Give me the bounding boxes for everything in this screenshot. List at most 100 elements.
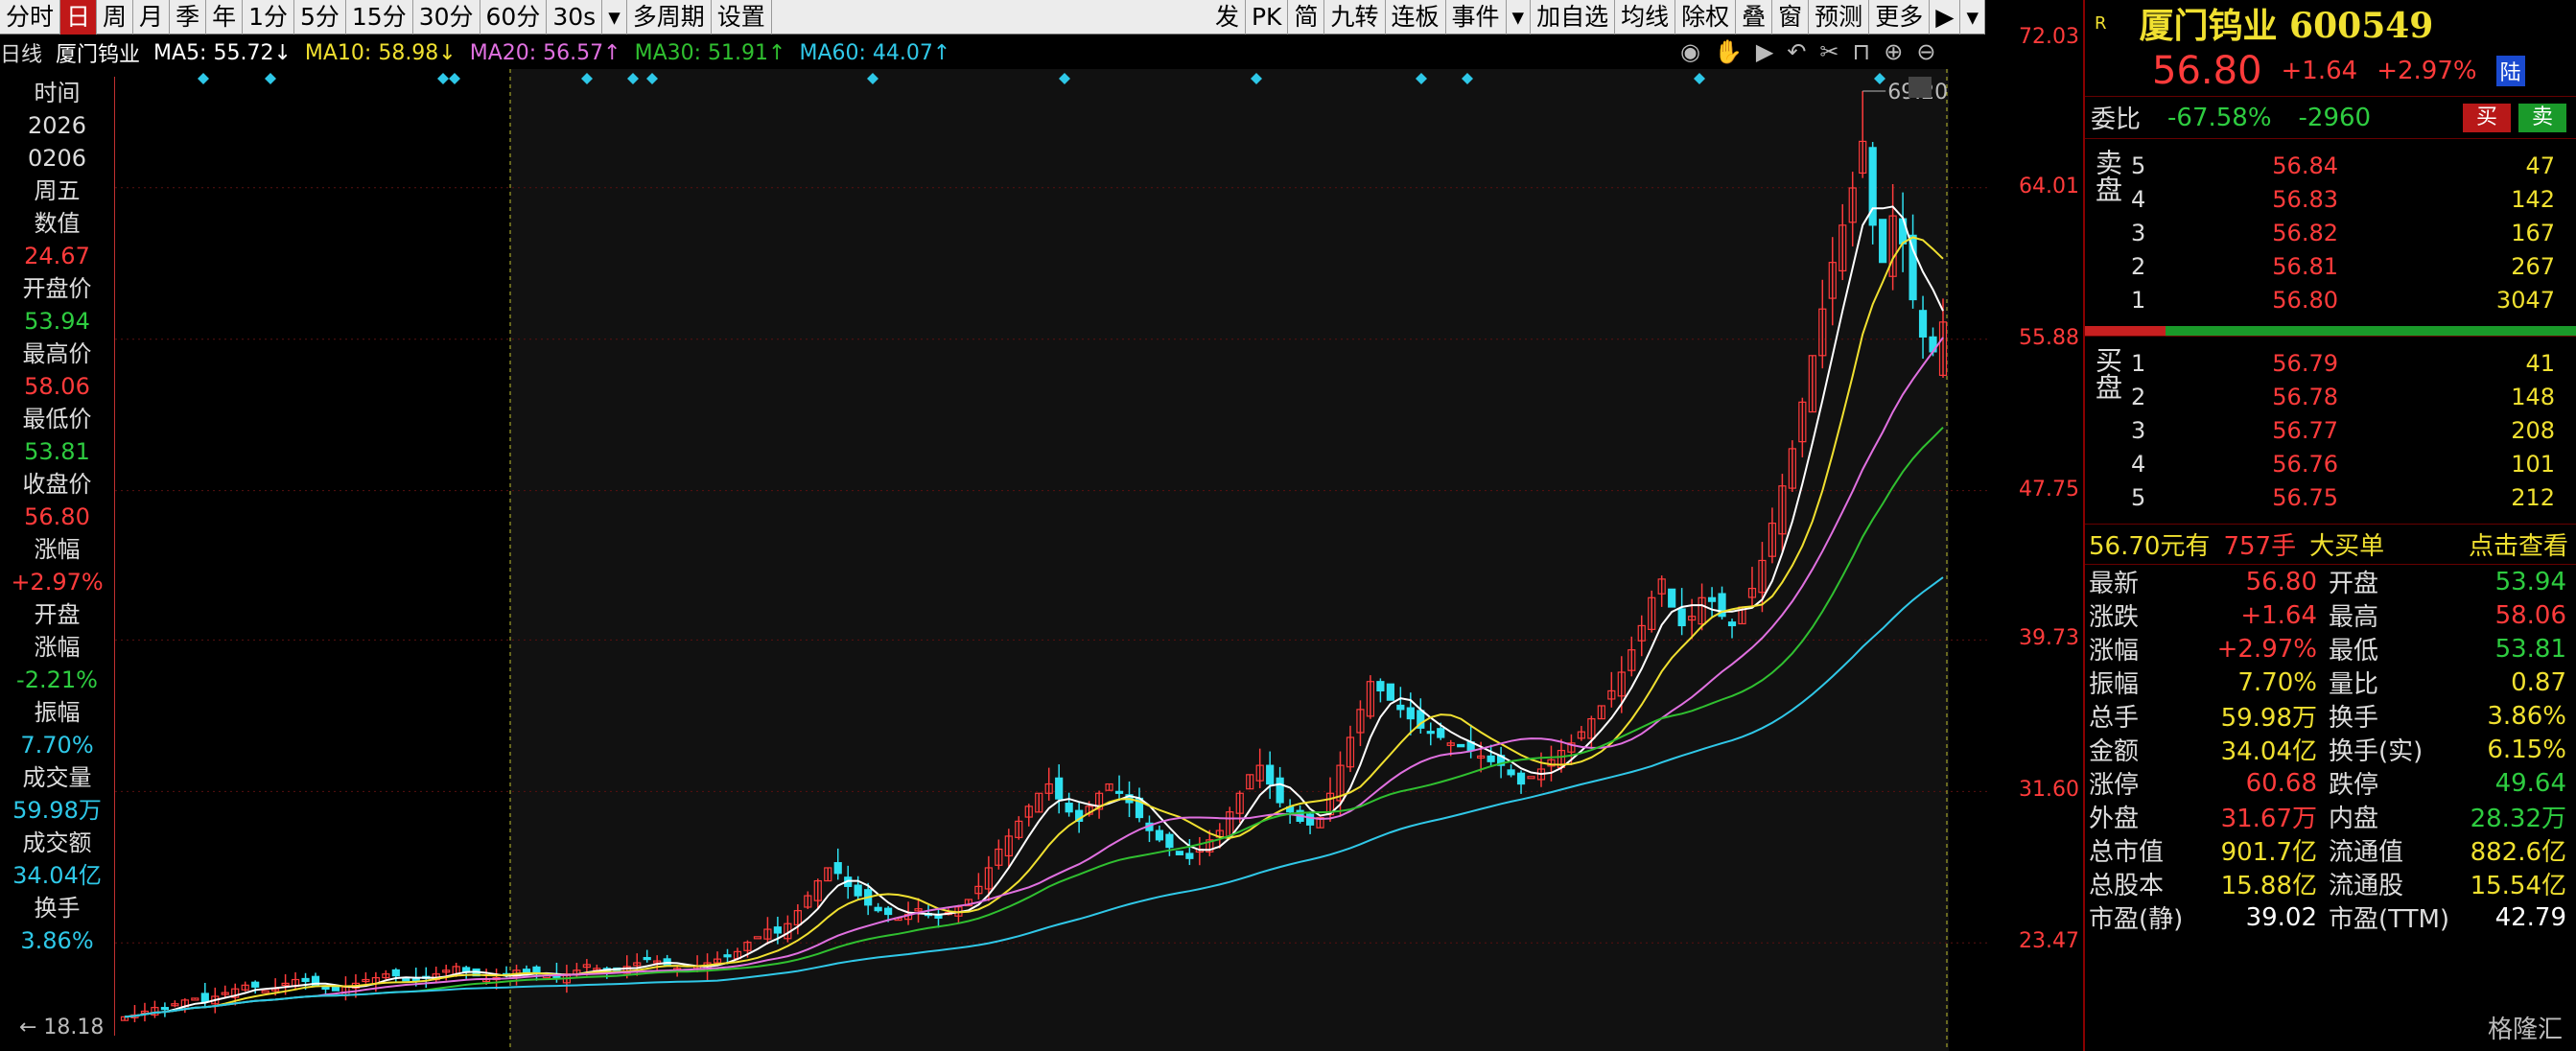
toolbar-left-8[interactable]: 15分: [346, 0, 413, 35]
toolbar-left-13[interactable]: 多周期: [627, 0, 712, 35]
lock-icon[interactable]: ⊓: [1853, 38, 1871, 65]
ma5-label: MA5: 55.72↓: [153, 40, 292, 65]
toolbar-left-2[interactable]: 周: [97, 0, 134, 35]
toolbar-right-6[interactable]: ▾: [1507, 0, 1532, 35]
candle-body: [321, 986, 330, 990]
toolbar-left-7[interactable]: 5分: [294, 0, 346, 35]
toolbar-right-9[interactable]: 除权: [1675, 0, 1737, 35]
toolbar-right-0[interactable]: 发: [1209, 0, 1246, 35]
toolbar-left-4[interactable]: 季: [170, 0, 207, 35]
stat-value: 7.70%: [2237, 667, 2317, 697]
toolbar-right-7[interactable]: 加自选: [1531, 0, 1616, 35]
toolbar-left-12[interactable]: ▾: [602, 0, 627, 35]
sell-button[interactable]: 卖: [2518, 103, 2566, 132]
toolbar-left-6[interactable]: 1分: [243, 0, 294, 35]
toolbar-left-0[interactable]: 分时: [0, 0, 61, 35]
toolbar-right-12[interactable]: 预测: [1809, 0, 1870, 35]
buy-volume: 101: [2511, 450, 2555, 478]
candle-body: [1918, 310, 1928, 338]
toolbar-left-11[interactable]: 30s: [547, 0, 603, 35]
period-toolbar: 分时日周月季年 1分 5分 15分 30分 60分 30s ▾ 多周期 设置发 PK 简九转 连板 事件 ▾…: [0, 0, 1985, 35]
chart-controls: ◉ ✋ ▶ ↶ ✂ ⊓ ⊕ ⊖: [1680, 38, 1935, 65]
price-change-pct: +2.97%: [2377, 57, 2477, 85]
big-order-link[interactable]: 点击查看: [2469, 526, 2568, 562]
chart-bg-left: [115, 69, 510, 1051]
toolbar-right-15[interactable]: ▾: [1960, 0, 1985, 35]
ma20-label: MA20: 56.57↑: [469, 40, 621, 65]
turn-value: 3.86%: [20, 927, 94, 954]
eye-icon[interactable]: ◉: [1680, 38, 1700, 65]
toolbar-left-14[interactable]: 设置: [712, 0, 772, 35]
toolbar-right-13[interactable]: 更多: [1869, 0, 1931, 35]
chg-label: 涨幅: [34, 536, 81, 563]
candle-body: [1185, 852, 1194, 859]
toolbar-right-10[interactable]: 叠: [1736, 0, 1773, 35]
buy-button[interactable]: 买: [2463, 103, 2511, 132]
quote-panel: R 厦门钨业 600549 56.80 +1.64 +2.97% 陆 委比 -6…: [2083, 0, 2576, 1051]
candle-body: [160, 1007, 170, 1011]
play-icon[interactable]: ▶: [1756, 38, 1773, 65]
toolbar-right-4[interactable]: 连板: [1386, 0, 1446, 35]
candle-body: [1114, 790, 1124, 794]
sell-volume: 167: [2511, 219, 2555, 246]
toolbar-right-8[interactable]: 均线: [1615, 0, 1676, 35]
candle-body: [1266, 764, 1275, 785]
undo-icon[interactable]: ↶: [1787, 38, 1806, 65]
sell-volume: 142: [2511, 185, 2555, 213]
open-label: 开盘价: [22, 275, 92, 302]
sell-volume: 47: [2525, 152, 2555, 179]
toolbar-right-11[interactable]: 窗: [1772, 0, 1810, 35]
buy-side-label: 买盘: [2092, 346, 2123, 400]
stat-value: +2.97%: [2216, 634, 2317, 664]
candle-body: [1457, 743, 1465, 748]
toolbar-right-3[interactable]: 九转: [1324, 0, 1386, 35]
candle-body: [301, 977, 310, 983]
toolbar-left-1[interactable]: 日: [60, 0, 98, 35]
chart-close-icon: [1909, 77, 1932, 98]
candle-body: [1487, 755, 1495, 762]
kline-chart[interactable]: 69.20← 18.18: [0, 69, 1991, 1051]
low-value: 53.81: [24, 438, 90, 465]
sell-row: 4 56.83 142: [2085, 182, 2576, 216]
stats-row: 市盈(静) 39.02 市盈(TTM) 42.79: [2085, 900, 2576, 935]
stat-label: 总股本: [2089, 872, 2165, 900]
hk-connect-badge: 陆: [2495, 56, 2525, 86]
buy-price: 56.76: [2272, 450, 2338, 478]
weibi-label: 委比: [2091, 105, 2142, 134]
bid-ask-ratio-bar: [2085, 326, 2576, 336]
candle-body: [1175, 851, 1183, 855]
toolbar-right-1[interactable]: PK: [1246, 0, 1289, 35]
sell-price: 56.80: [2272, 286, 2338, 314]
stats-row: 总股本 15.88亿 流通股 15.54亿: [2085, 867, 2576, 900]
close-label: 收盘价: [22, 471, 92, 498]
toolbar-left-10[interactable]: 60分: [480, 0, 548, 35]
stats-row: 外盘 31.67万 内盘 28.32万: [2085, 800, 2576, 833]
price-tick-6: 23.47: [2019, 929, 2079, 954]
ma10-label: MA10: 58.98↓: [304, 40, 457, 65]
zoom-out-icon[interactable]: ⊖: [1916, 38, 1935, 65]
period-label: 日线: [0, 43, 43, 67]
toolbar-left-5[interactable]: 年: [206, 0, 244, 35]
stat-label: 最高: [2329, 603, 2379, 632]
stat-value: 49.64: [2494, 768, 2566, 798]
stat-value: 3.86%: [2487, 701, 2566, 731]
price-tick-1: 64.01: [2019, 174, 2079, 199]
sell-price: 56.84: [2272, 152, 2338, 179]
close-value: 56.80: [24, 503, 90, 530]
stat-label: 量比: [2329, 670, 2379, 699]
stat-label: 最低: [2329, 637, 2379, 666]
price-tick-0: 72.03: [2019, 25, 2079, 49]
stat-label: 换手(实): [2329, 737, 2424, 766]
toolbar-right-14[interactable]: ▶: [1930, 0, 1961, 35]
scissors-icon[interactable]: ✂: [1819, 38, 1838, 65]
toolbar-right-2[interactable]: 简: [1288, 0, 1325, 35]
toolbar-right-5[interactable]: 事件: [1446, 0, 1507, 35]
hand-icon[interactable]: ✋: [1714, 38, 1743, 65]
candle-body: [884, 907, 893, 916]
toolbar-left-3[interactable]: 月: [133, 0, 171, 35]
toolbar-left-9[interactable]: 30分: [413, 0, 480, 35]
stat-value: 901.7亿: [2220, 838, 2317, 867]
stock-title[interactable]: 厦门钨业 600549: [2140, 0, 2434, 48]
open-value: 53.94: [24, 308, 90, 335]
zoom-in-icon[interactable]: ⊕: [1884, 38, 1903, 65]
